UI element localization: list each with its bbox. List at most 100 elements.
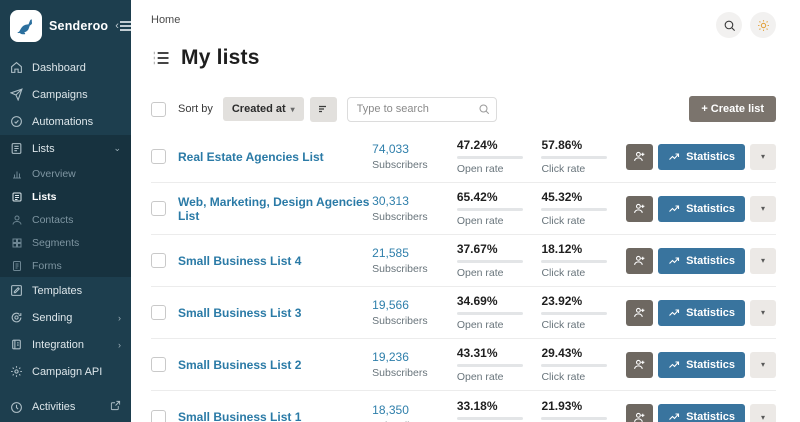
statistics-button[interactable]: Statistics (658, 144, 745, 170)
sidebar-subitem-label: Lists (32, 191, 57, 203)
statistics-button[interactable]: Statistics (658, 352, 745, 378)
sidebar-subitem-lists[interactable]: Lists (0, 185, 131, 208)
sort-field-dropdown[interactable]: Created at ▾ (223, 97, 304, 121)
statistics-button[interactable]: Statistics (658, 248, 745, 274)
row-more-dropdown[interactable]: ▾ (750, 144, 776, 170)
lists-nav-group: Lists ⌄ Overview Lists Contacts Segments… (0, 135, 131, 277)
sidebar-item-sending[interactable]: Sending › (0, 304, 131, 331)
row-more-dropdown[interactable]: ▾ (750, 248, 776, 274)
sidebar-subitem-overview[interactable]: Overview (0, 162, 131, 185)
sidebar-item-templates[interactable]: Templates (0, 277, 131, 304)
sending-icon (10, 311, 23, 324)
sidebar-item-dashboard[interactable]: Dashboard (0, 54, 131, 81)
statistics-label: Statistics (686, 411, 735, 422)
row-checkbox[interactable] (151, 410, 166, 422)
open-rate-bar (457, 364, 523, 367)
sidebar-item-label: Lists (32, 143, 55, 155)
click-rate-label: Click rate (541, 319, 626, 331)
list-name-link[interactable]: Small Business List 4 (178, 254, 372, 268)
sidebar-item-campaigns[interactable]: Campaigns (0, 81, 131, 108)
segments-icon (11, 237, 23, 249)
statistics-button[interactable]: Statistics (658, 300, 745, 326)
sidebar-subitem-segments[interactable]: Segments (0, 231, 131, 254)
row-more-dropdown[interactable]: ▾ (750, 196, 776, 222)
theme-toggle-button[interactable] (750, 12, 776, 38)
brand-name: Senderoo (49, 19, 108, 33)
add-subscriber-button[interactable] (626, 248, 653, 274)
click-rate-label: Click rate (541, 267, 626, 279)
row-more-dropdown[interactable]: ▾ (750, 404, 776, 422)
subscribers-count[interactable]: 19,566 (372, 298, 457, 312)
open-rate-bar (457, 156, 523, 159)
open-rate-bar (457, 260, 523, 263)
list-name-link[interactable]: Small Business List 1 (178, 410, 372, 422)
sidebar-item-label: Campaign API (32, 366, 102, 378)
main-content: Home My lists Sort by Created at ▾ + Cre… (131, 0, 800, 422)
row-checkbox[interactable] (151, 305, 166, 320)
subscribers-count[interactable]: 19,236 (372, 350, 457, 364)
add-subscriber-button[interactable] (626, 300, 653, 326)
list-name-link[interactable]: Real Estate Agencies List (178, 150, 372, 164)
subscribers-count[interactable]: 18,350 (372, 403, 457, 417)
list-name-link[interactable]: Web, Marketing, Design Agencies List (178, 195, 372, 223)
add-subscriber-button[interactable] (626, 144, 653, 170)
kangaroo-icon (16, 16, 36, 36)
trending-up-icon (668, 307, 680, 319)
row-checkbox[interactable] (151, 201, 166, 216)
search-input[interactable] (347, 97, 497, 122)
click-rate-bar (541, 417, 607, 420)
person-icon (11, 214, 23, 226)
add-subscriber-button[interactable] (626, 404, 653, 422)
paper-plane-icon (10, 88, 23, 101)
row-checkbox[interactable] (151, 357, 166, 372)
sidebar-item-activities[interactable]: Activities (0, 393, 131, 421)
sidebar-item-automations[interactable]: Automations (0, 108, 131, 135)
add-subscriber-button[interactable] (626, 352, 653, 378)
subscribers-label: Subscribers (372, 159, 457, 171)
logo-row: Senderoo ‹ (0, 0, 131, 54)
sidebar-subitem-label: Segments (32, 237, 79, 249)
table-row: Small Business List 4 21,585 Subscribers… (151, 235, 776, 287)
sidebar-subitem-forms[interactable]: Forms (0, 254, 131, 277)
open-rate-label: Open rate (457, 215, 542, 227)
statistics-label: Statistics (686, 307, 735, 319)
row-checkbox[interactable] (151, 149, 166, 164)
sidebar-item-lists[interactable]: Lists ⌄ (0, 135, 131, 162)
add-subscriber-button[interactable] (626, 196, 653, 222)
table-row: Real Estate Agencies List 74,033 Subscri… (151, 131, 776, 183)
lists-table: Real Estate Agencies List 74,033 Subscri… (151, 131, 776, 422)
open-rate-bar (457, 312, 523, 315)
sidebar-subitem-label: Forms (32, 260, 62, 272)
sidebar-item-integration[interactable]: Integration › (0, 331, 131, 358)
table-row: Small Business List 2 19,236 Subscribers… (151, 339, 776, 391)
sidebar-item-label: Dashboard (32, 62, 86, 74)
list-name-link[interactable]: Small Business List 2 (178, 358, 372, 372)
bar-chart-icon (11, 168, 23, 180)
click-rate-bar (541, 208, 607, 211)
open-rate-label: Open rate (457, 319, 542, 331)
row-more-dropdown[interactable]: ▾ (750, 352, 776, 378)
circle-check-icon (10, 115, 23, 128)
subscribers-count[interactable]: 74,033 (372, 142, 457, 156)
list-name-link[interactable]: Small Business List 3 (178, 306, 372, 320)
subscribers-count[interactable]: 30,313 (372, 194, 457, 208)
create-list-button[interactable]: + Create list (689, 96, 776, 122)
clock-icon (10, 401, 23, 414)
subscribers-count[interactable]: 21,585 (372, 246, 457, 260)
document-list-icon (10, 142, 23, 155)
sidebar-item-campaign-api[interactable]: Campaign API (0, 358, 131, 385)
row-checkbox[interactable] (151, 253, 166, 268)
subscribers-label: Subscribers (372, 315, 457, 327)
click-rate-value: 18.12% (541, 242, 626, 256)
statistics-button[interactable]: Statistics (658, 404, 745, 422)
select-all-checkbox[interactable] (151, 102, 166, 117)
statistics-button[interactable]: Statistics (658, 196, 745, 222)
sidebar-subitem-contacts[interactable]: Contacts (0, 208, 131, 231)
search-button[interactable] (716, 12, 742, 38)
statistics-label: Statistics (686, 151, 735, 163)
open-rate-label: Open rate (457, 371, 542, 383)
forms-icon (11, 260, 23, 272)
breadcrumb[interactable]: Home (151, 14, 180, 26)
sort-direction-button[interactable] (310, 97, 337, 122)
row-more-dropdown[interactable]: ▾ (750, 300, 776, 326)
